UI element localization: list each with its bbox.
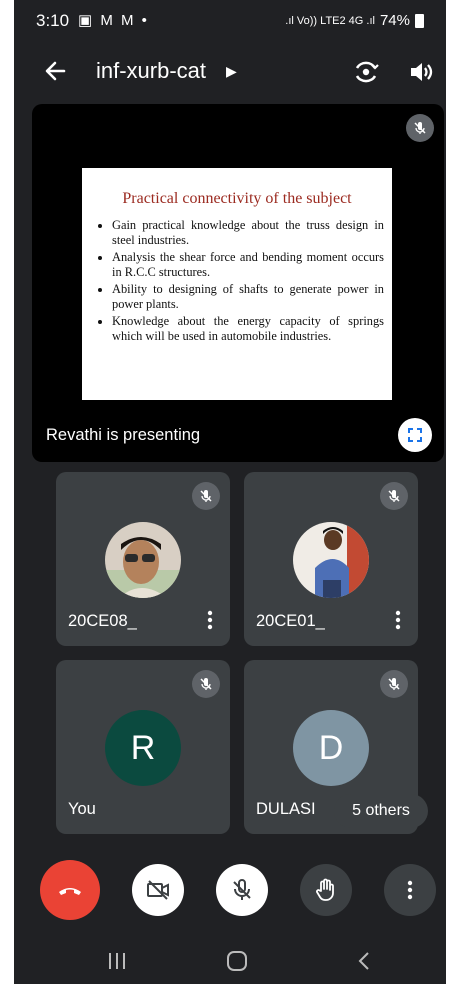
more-options-icon [407,880,413,900]
participant-name: DULASI [256,800,316,818]
meeting-code[interactable]: inf-xurb-cat [96,58,206,84]
shared-slide: Practical connectivity of the subject Ga… [82,168,392,400]
mic-off-icon [380,670,408,698]
home-icon[interactable] [222,948,252,974]
slide-bullet: Analysis the shear force and bending mom… [112,250,384,279]
participant-name: You [68,800,96,818]
caret-right-icon[interactable]: ▶ [226,63,237,80]
recent-apps-icon[interactable] [102,948,132,974]
slide-bullet: Knowledge about the energy capacity of s… [112,314,384,343]
avatar [293,522,369,598]
avatar [105,522,181,598]
mic-off-icon [380,482,408,510]
slide-bullet: Gain practical knowledge about the truss… [112,218,384,247]
avatar-initial: R [105,710,181,786]
more-options-button[interactable] [384,864,436,916]
others-button[interactable]: 5 others [334,794,428,828]
phone-screen: 3:10 ▣ M M • .ıl Vo)) LTE2 4G .ıl 74% in… [14,0,446,984]
participant-name: 20CE01_ [256,612,325,630]
more-options-icon[interactable] [206,610,214,630]
mic-off-icon [233,879,251,900]
back-arrow-icon[interactable] [40,56,70,86]
slide-bullets: Gain practical knowledge about the truss… [100,218,384,346]
slide-bullet: Ability to designing of shafts to genera… [112,282,384,311]
notification-icons: ▣ M M • [78,12,149,29]
mic-off-icon [192,482,220,510]
camera-off-icon [147,880,169,900]
battery-level: 74% [379,12,410,29]
participant-tile[interactable]: 20CE01_ [244,472,418,646]
network-status: .ıl Vo)) LTE2 4G .ıl [285,14,375,27]
participant-tile[interactable]: R You [56,660,230,834]
status-bar: 3:10 ▣ M M • .ıl Vo)) LTE2 4G .ıl 74% [14,0,446,44]
raise-hand-icon [316,878,334,901]
status-time: 3:10 [36,11,70,30]
speaker-icon[interactable] [404,56,436,88]
status-right: .ıl Vo)) LTE2 4G .ıl 74% [285,12,424,29]
mic-toggle-button[interactable] [216,864,268,916]
system-nav-bar [14,936,446,984]
battery-icon [415,13,424,28]
camera-toggle-button[interactable] [132,864,184,916]
presenter-label: Revathi is presenting [46,426,201,444]
raise-hand-button[interactable] [300,864,352,916]
mic-off-icon [406,114,434,142]
presentation-tile[interactable]: Practical connectivity of the subject Ga… [32,104,444,462]
end-call-button[interactable] [40,860,100,920]
switch-camera-icon[interactable] [350,56,382,88]
participant-tile[interactable]: 20CE08_ [56,472,230,646]
slide-title: Practical connectivity of the subject [122,190,352,207]
meeting-header: inf-xurb-cat ▶ [14,48,446,96]
end-call-icon [59,888,81,895]
mic-off-icon [192,670,220,698]
more-options-icon[interactable] [394,610,402,630]
fullscreen-icon[interactable] [398,418,432,452]
participant-name: 20CE08_ [68,612,137,630]
avatar-initial: D [293,710,369,786]
back-nav-icon[interactable] [350,948,380,974]
